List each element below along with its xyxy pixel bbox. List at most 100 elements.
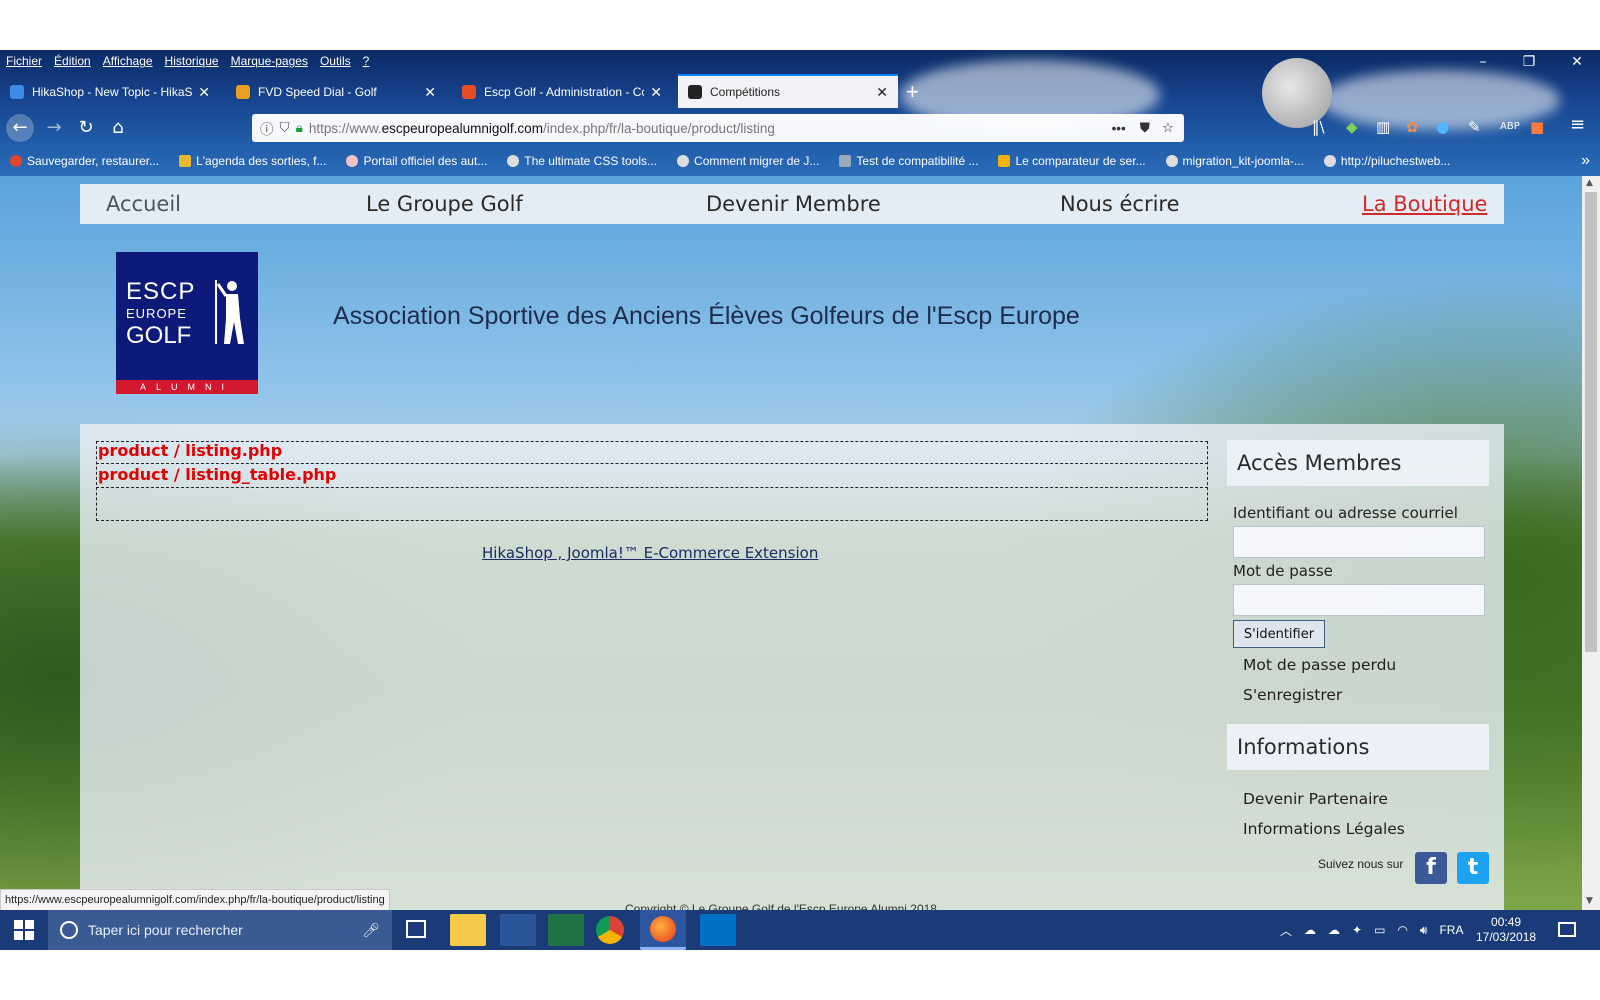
sidebar-icon[interactable]: ▥ <box>1376 118 1390 136</box>
partner-link[interactable]: Devenir Partenaire <box>1243 790 1388 808</box>
bookmark-item[interactable]: Le comparateur de ser... <box>988 154 1146 168</box>
tab-competitions[interactable]: Compétitions ✕ <box>678 74 898 108</box>
tab-speed-dial[interactable]: FVD Speed Dial - Golf ✕ <box>226 76 446 108</box>
search-placeholder: Taper ici pour rechercher <box>88 922 243 938</box>
bookmark-item[interactable]: migration_kit-joomla-... <box>1156 154 1304 168</box>
menu-outils[interactable]: Outils <box>320 54 351 68</box>
nav-devenir-membre[interactable]: Devenir Membre <box>706 192 881 216</box>
nav-accueil[interactable]: Accueil <box>106 192 181 216</box>
username-input[interactable] <box>1233 526 1485 558</box>
nav-la-boutique[interactable]: La Boutique <box>1362 192 1487 216</box>
menu-affichage[interactable]: Affichage <box>103 54 153 68</box>
bookmark-icon <box>10 155 22 167</box>
bookmark-item[interactable]: Test de compatibilité ... <box>829 154 978 168</box>
outlook-icon[interactable] <box>700 914 736 946</box>
onedrive-icon[interactable]: ☁ <box>1304 923 1316 937</box>
close-tab-icon[interactable]: ✕ <box>198 84 210 101</box>
close-tab-icon[interactable]: ✕ <box>876 84 888 101</box>
clock[interactable]: 00:49 17/03/2018 <box>1476 910 1536 950</box>
site-logo[interactable]: ESCP EUROPE GOLF ALUMNI <box>116 252 258 394</box>
chrome-icon[interactable] <box>596 916 624 944</box>
facebook-icon[interactable]: f <box>1415 852 1447 884</box>
lost-password-link[interactable]: Mot de passe perdu <box>1243 656 1396 674</box>
scroll-down-icon[interactable]: ▼ <box>1586 896 1593 906</box>
bookmark-item[interactable]: Portail officiel des aut... <box>336 154 487 168</box>
bookmark-label: Comment migrer de J... <box>694 154 820 168</box>
url-bar[interactable]: ⓘ ⛉ 🔒︎ https://www. escpeuropealumnigolf.… <box>252 114 1184 142</box>
joomla-icon <box>462 85 476 99</box>
bookmark-item[interactable]: The ultimate CSS tools... <box>497 154 657 168</box>
nav-groupe-golf[interactable]: Le Groupe Golf <box>366 192 523 216</box>
legal-link[interactable]: Informations Légales <box>1243 820 1405 838</box>
minimize-button[interactable]: – <box>1470 54 1496 70</box>
bookmark-star-icon[interactable]: ☆ <box>1162 120 1174 136</box>
close-window-button[interactable]: ✕ <box>1564 54 1590 70</box>
bookmark-label: The ultimate CSS tools... <box>524 154 658 168</box>
bookmarks-overflow-icon[interactable]: » <box>1581 152 1590 170</box>
word-icon[interactable] <box>500 914 536 946</box>
extension-fox-icon[interactable]: ✿ <box>1406 118 1419 136</box>
language-indicator[interactable]: FRA <box>1439 923 1463 937</box>
battery-icon[interactable]: ▭ <box>1374 923 1385 937</box>
bookmark-item[interactable]: L'agenda des sorties, f... <box>169 154 326 168</box>
menu-fichier[interactable]: Fichier <box>6 54 42 68</box>
forward-arrow-icon[interactable]: → <box>40 114 68 142</box>
tab-label: Compétitions <box>710 85 781 99</box>
library-icon[interactable]: ‖\ <box>1312 118 1325 136</box>
wifi-icon[interactable]: ◠ <box>1397 923 1407 937</box>
tray-expand-icon[interactable]: ︿ <box>1280 922 1292 939</box>
notifications-icon[interactable] <box>1558 922 1576 937</box>
bookmark-item[interactable]: Comment migrer de J... <box>667 154 819 168</box>
register-link[interactable]: S'enregistrer <box>1243 686 1342 704</box>
hamburger-menu-icon[interactable]: ≡ <box>1570 114 1585 135</box>
extension-icon[interactable]: ◆ <box>1346 118 1358 136</box>
reload-icon[interactable]: ↻ <box>72 114 100 142</box>
info-icon[interactable]: ⓘ <box>260 118 274 138</box>
tab-hikashop[interactable]: HikaShop - New Topic - HikaSh ✕ <box>0 76 220 108</box>
tab-admin[interactable]: Escp Golf - Administration - Co ✕ <box>452 76 672 108</box>
members-heading: Accès Membres <box>1227 440 1489 486</box>
close-tab-icon[interactable]: ✕ <box>424 84 436 101</box>
hikashop-icon <box>10 85 24 99</box>
task-view-icon[interactable] <box>406 920 426 938</box>
volume-icon[interactable]: 🔊︎ <box>1420 923 1428 938</box>
twitter-icon[interactable]: t <box>1457 852 1489 884</box>
excel-icon[interactable] <box>548 914 584 946</box>
page-scrollbar[interactable]: ▲ ▼ <box>1582 176 1600 910</box>
scroll-up-icon[interactable]: ▲ <box>1586 178 1593 188</box>
file-explorer-icon[interactable] <box>450 914 486 946</box>
new-tab-button[interactable]: + <box>906 76 936 108</box>
back-arrow-icon[interactable]: ← <box>6 114 34 142</box>
extension-globe-icon[interactable]: ● <box>1436 118 1449 136</box>
windows-start-icon[interactable] <box>14 920 34 940</box>
taskbar-search[interactable]: Taper ici pour rechercher 🎤︎ <box>48 910 392 950</box>
microphone-icon[interactable]: 🎤︎ <box>362 922 380 939</box>
menu-help[interactable]: ? <box>363 54 370 68</box>
adblock-icon[interactable]: ABP <box>1500 121 1520 132</box>
lock-icon[interactable]: 🔒︎ <box>296 120 303 136</box>
debug-listing: product / listing.php <box>96 441 1208 464</box>
menu-marque-pages[interactable]: Marque-pages <box>231 54 308 68</box>
pocket-icon[interactable]: ⛊ <box>1140 120 1150 136</box>
password-input[interactable] <box>1233 584 1485 616</box>
bookmarks-toolbar: Sauvegarder, restaurer... L'agenda des s… <box>0 148 1600 174</box>
menu-edition[interactable]: Édition <box>54 54 91 68</box>
dropbox-icon[interactable]: ✦ <box>1352 923 1362 937</box>
globe-icon <box>677 155 690 167</box>
scrollbar-thumb[interactable] <box>1585 192 1597 652</box>
firefox-icon-active[interactable] <box>640 910 686 950</box>
home-icon[interactable]: ⌂ <box>104 114 132 142</box>
bookmark-item[interactable]: http://piluchestweb... <box>1314 154 1450 168</box>
restore-button[interactable]: ❐ <box>1516 54 1542 70</box>
login-button[interactable]: S'identifier <box>1233 620 1325 648</box>
page-actions-icon[interactable]: ••• <box>1112 121 1126 136</box>
close-tab-icon[interactable]: ✕ <box>650 84 662 101</box>
tracking-shield-icon[interactable]: ⛉ <box>280 120 290 136</box>
nav-nous-ecrire[interactable]: Nous écrire <box>1060 192 1180 216</box>
eyedropper-icon[interactable]: ✎ <box>1468 118 1481 136</box>
lock-extension-icon[interactable]: ■ <box>1530 118 1544 136</box>
bookmark-item[interactable]: Sauvegarder, restaurer... <box>0 154 159 168</box>
hikashop-extension-link[interactable]: HikaShop , Joomla!™ E-Commerce Extension <box>482 544 818 562</box>
cloud-sync-icon[interactable]: ☁ <box>1328 923 1340 937</box>
menu-historique[interactable]: Historique <box>165 54 219 68</box>
